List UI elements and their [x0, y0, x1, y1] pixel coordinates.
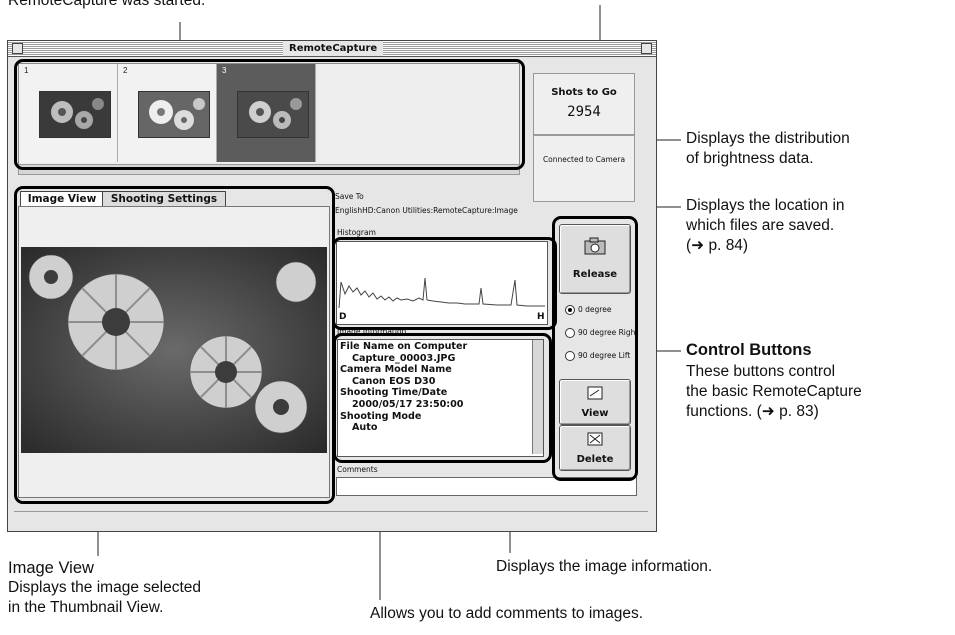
shots-to-go-panel: Shots to Go 2954 — [533, 73, 635, 135]
shots-to-go-label: Shots to Go — [551, 87, 617, 98]
highlight-control-buttons — [552, 216, 638, 481]
zoom-box-icon[interactable] — [641, 43, 652, 54]
comments-label: Comments — [337, 465, 378, 474]
annotation-control-buttons: Control Buttons These buttons control th… — [686, 341, 862, 420]
window-title: RemoteCapture — [283, 41, 384, 56]
shots-to-go-value: 2954 — [567, 104, 601, 120]
close-box-icon[interactable] — [12, 43, 23, 54]
highlight-histogram — [332, 237, 557, 330]
save-to-label: Save To — [335, 192, 364, 201]
title-bar[interactable]: RemoteCapture — [8, 41, 656, 57]
annotation-image-info: Displays the image information. — [496, 558, 713, 575]
annotation-started: RemoteCapture was started. — [8, 0, 206, 9]
annotation-save-location: Displays the location in which files are… — [686, 197, 845, 254]
highlight-image-info — [333, 333, 552, 463]
highlight-image-view — [14, 186, 335, 504]
status-panel: Connected to Camera — [533, 135, 635, 202]
annotation-comments: Allows you to add comments to images. — [370, 605, 644, 622]
connection-status: Connected to Camera — [542, 155, 626, 164]
image-view-title: Image View — [8, 559, 94, 577]
histogram-label: Histogram — [337, 228, 376, 237]
window-bottom-divider — [14, 511, 648, 520]
annotation-image-view: Image View Displays the image selected i… — [8, 559, 201, 616]
save-to-path: EnglishHD:Canon Utilities:RemoteCapture:… — [335, 206, 518, 215]
highlight-thumbnails — [14, 59, 525, 170]
annotation-histogram: Displays the distribution of brightness … — [686, 130, 850, 167]
control-buttons-title: Control Buttons — [686, 341, 812, 359]
